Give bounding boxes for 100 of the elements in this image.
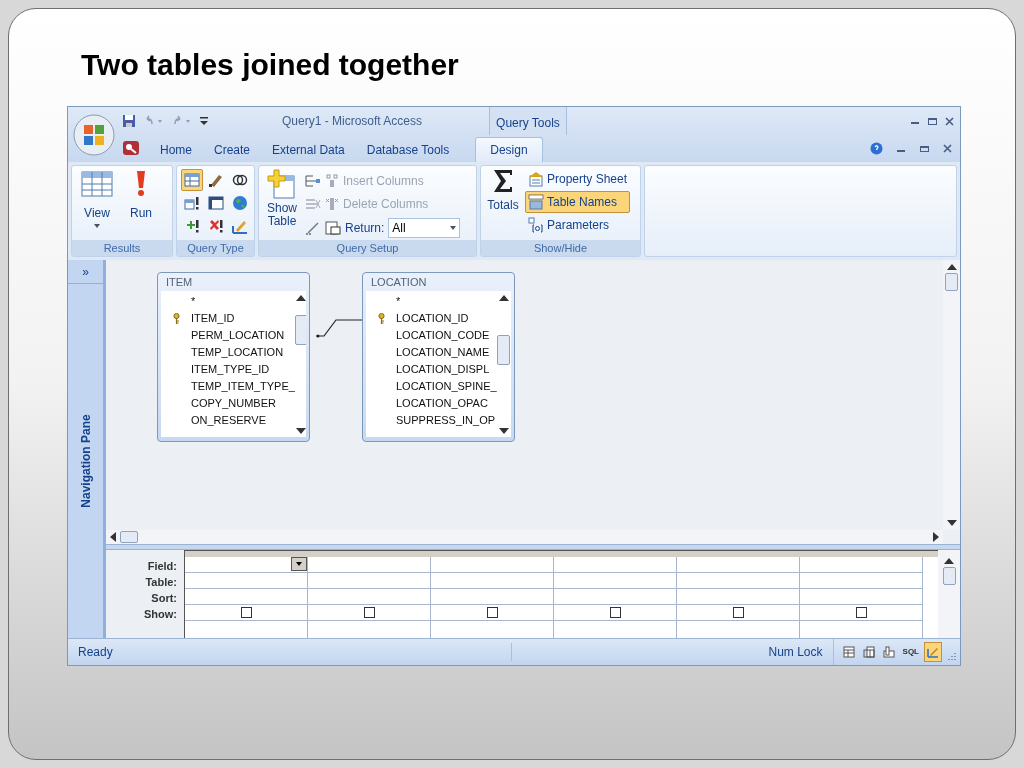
parameters-icon [528,217,544,233]
datasheet-icon [81,170,113,198]
scroll-down-icon[interactable] [498,428,509,434]
group-label: Results [72,240,172,256]
field-name[interactable]: TEMP_LOCATION [191,344,284,361]
insert-columns-icon [325,173,339,188]
scroll-thumb[interactable] [945,273,958,291]
pivot-table-icon [862,646,875,658]
show-hide-button[interactable]: Parameters [525,214,631,236]
show-hide-button[interactable]: Property Sheet [525,168,631,190]
ribbon-tab[interactable]: Create [208,137,257,162]
app-key-icon [122,140,140,156]
scroll-up-icon[interactable] [944,558,954,564]
view-button[interactable] [924,642,942,662]
field-name[interactable]: LOCATION_SPINE_ [396,378,497,395]
pencil-icon [208,172,224,188]
scroll-thumb[interactable] [120,531,138,543]
caret-icon [94,224,100,228]
return-icon [325,221,341,235]
field-name[interactable]: LOCATION_CODE [396,327,490,344]
table-names-icon [528,194,544,210]
show-checkbox[interactable] [486,607,498,618]
status-text: Ready [68,643,512,661]
field-name[interactable]: ITEM_ID [191,310,235,327]
show-checkbox[interactable] [240,607,252,618]
row-label: Field: [147,559,177,574]
ruler-pencil-icon [927,646,939,658]
office-logo-button[interactable] [73,113,115,156]
scroll-up-icon[interactable] [498,295,509,301]
totals-button[interactable]: Totals [485,168,521,236]
show-checkbox[interactable] [855,607,867,618]
resize-grip-icon[interactable] [946,652,956,662]
maximize-icon[interactable] [928,116,937,126]
cross-exclamation-icon [208,218,224,234]
property-sheet-icon [528,171,544,187]
grid-cell[interactable] [185,557,307,573]
caret-icon [296,562,302,566]
show-checkbox[interactable] [609,607,621,618]
save-icon[interactable] [122,114,136,128]
show-hide-button[interactable]: Table Names [525,191,631,213]
close-icon[interactable] [945,116,954,126]
run-button[interactable]: Run [122,170,160,228]
field-name[interactable]: ON_RESERVE [191,412,266,429]
navigation-pane-label[interactable]: Navigation Pane [76,414,95,508]
field-name[interactable]: SUPPRESS_IN_OP [396,412,496,429]
field-name[interactable]: LOCATION_NAME [396,344,490,361]
rings-icon [232,172,248,188]
group-label: Query Type [177,240,254,256]
scroll-up-icon[interactable] [946,264,957,270]
datasheet-icon [842,646,855,658]
view-button[interactable]: View [78,170,116,228]
window-title: Query1 - Microsoft Access [282,113,423,130]
show-table-button[interactable]: Show Table [263,168,301,240]
pivot-chart-icon [882,646,895,658]
field-name[interactable]: LOCATION_DISPL [396,361,490,378]
help-icon[interactable] [870,142,883,155]
restore-icon[interactable] [920,144,929,153]
scroll-down-icon[interactable] [946,520,957,526]
field-name[interactable]: COPY_NUMBER [191,395,276,412]
exclamation-icon [134,170,148,198]
ribbon-tab[interactable]: Home [154,137,198,162]
field-name[interactable]: * [396,293,401,310]
sigma-icon [492,168,514,194]
expand-button[interactable]: » [68,260,103,284]
field-name[interactable]: * [191,293,196,310]
row-label: Table: [145,575,177,590]
insert-rows-icon [305,173,321,188]
scroll-up-icon[interactable] [296,295,306,301]
field-name[interactable]: TEMP_ITEM_TYPE_ [191,378,295,395]
scroll-thumb[interactable] [942,567,956,585]
scroll-down-icon[interactable] [296,428,306,434]
ribbon-tab[interactable]: External Data [266,137,351,162]
return-dropdown[interactable]: All [388,218,461,238]
scroll-thumb[interactable] [497,334,511,365]
slide-title: Two tables joined together [81,47,460,83]
field-name[interactable]: PERM_LOCATION [191,327,285,344]
ribbon-tab[interactable]: Database Tools [360,137,456,162]
scroll-thumb[interactable] [294,314,306,345]
show-checkbox[interactable] [732,607,744,618]
group-label: Show/Hide [481,240,640,256]
table-name: ITEM [165,275,194,290]
delete-rows-icon [305,196,321,211]
scroll-left-icon[interactable] [110,532,116,542]
scroll-right-icon[interactable] [933,532,939,542]
builder-wand-icon [305,221,321,235]
ribbon-tab[interactable]: Design [475,137,543,162]
row-label: Show: [144,607,177,622]
table-plus-icon [266,168,298,200]
plus-exclamation-icon [184,218,200,234]
field-name[interactable]: ITEM_TYPE_ID [191,361,270,378]
customize-icon[interactable] [200,116,208,126]
show-checkbox[interactable] [363,607,375,618]
field-name[interactable]: LOCATION_ID [396,310,469,327]
close-icon[interactable] [943,144,952,153]
contextual-tab-label: Query Tools [489,107,567,135]
field-name[interactable]: LOCATION_OPAC [396,395,488,412]
dropdown-button[interactable] [291,557,307,571]
return-label: Return: [345,220,385,237]
delete-columns-icon [325,196,339,211]
view-button[interactable]: SQL [899,642,922,662]
